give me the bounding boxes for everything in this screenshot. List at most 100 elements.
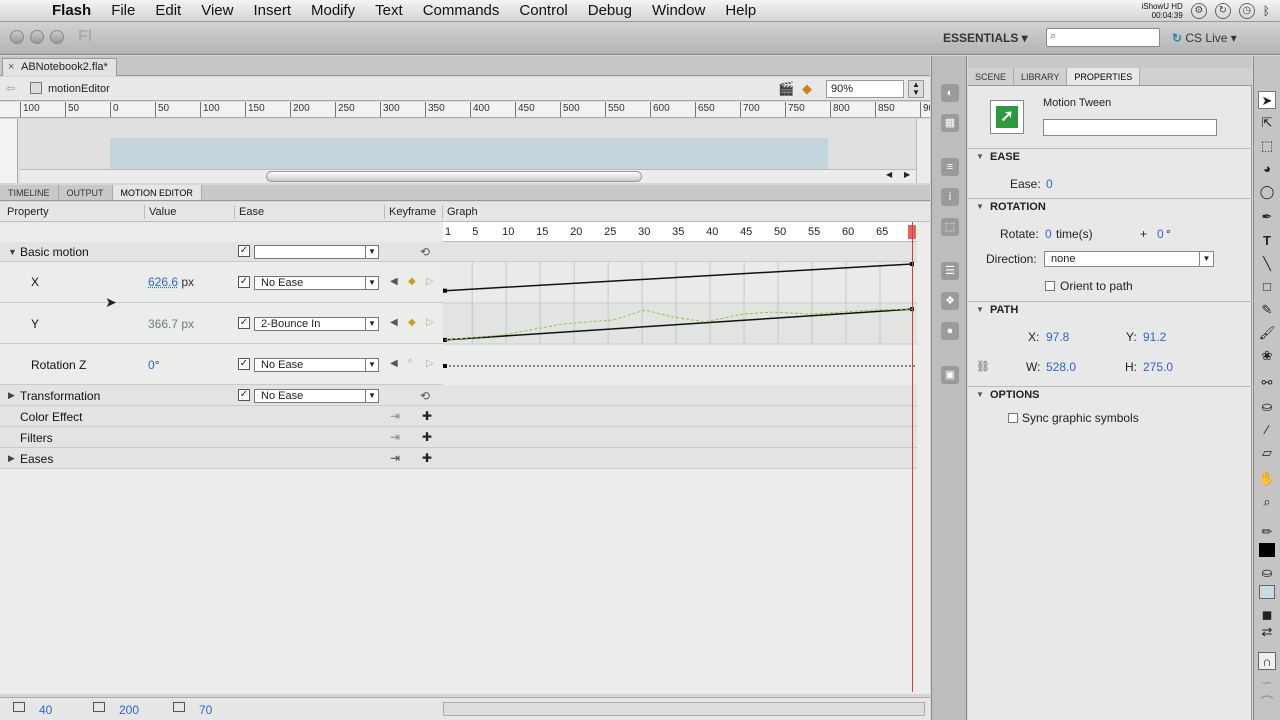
straighten-icon[interactable]: ⌒ [1258,694,1276,712]
swap-colors-icon[interactable]: ⇄ [1258,623,1276,641]
ease-section-header[interactable]: ▼ EASE [968,148,1252,167]
y-ease-dropdown[interactable]: 2-Bounce In ▼ [254,317,379,331]
panel-grip[interactable] [968,56,1252,68]
bluetooth-icon[interactable]: ᛒ [1263,4,1270,18]
x-value[interactable]: 626.6 px [148,275,194,289]
history-icon[interactable]: ☰ [941,262,959,280]
fill-color-icon[interactable]: ⛀ [1258,564,1276,582]
transformation-ease-dropdown[interactable]: No Ease ▼ [254,389,379,403]
menu-debug[interactable]: Debug [578,2,642,19]
menu-control[interactable]: Control [509,2,577,19]
graph-size-value[interactable]: 40 [39,703,52,717]
path-x-value[interactable]: 97.8 [1046,330,1069,344]
rotation-section-header[interactable]: ▼ ROTATION [968,198,1252,217]
prev-keyframe-icon[interactable]: ◀ [390,276,398,287]
menu-help[interactable]: Help [715,2,766,19]
rotate-degrees-value[interactable]: 0 [1157,227,1164,241]
x-ease-checkbox[interactable]: ✓ [238,276,250,288]
align-icon[interactable]: ≡ [941,158,959,176]
eraser-tool-icon[interactable]: ▱ [1258,444,1276,462]
rotation-ease-checkbox[interactable]: ✓ [238,358,250,370]
transformation-ease-checkbox[interactable]: ✓ [238,389,250,401]
minimize-window-button[interactable] [30,30,44,44]
zoom-input[interactable]: 90% [826,80,904,98]
x-ease-dropdown[interactable]: No Ease ▼ [254,276,379,290]
add-keyframe-icon[interactable]: ◆ [408,317,416,328]
viewable-frames-value[interactable]: 70 [199,703,212,717]
edit-symbols-icon[interactable]: ◆ [802,81,812,97]
text-tool-icon[interactable]: T [1258,232,1276,250]
tab-scene[interactable]: SCENE [968,68,1015,85]
options-section-header[interactable]: ▼ OPTIONS [968,386,1252,405]
rotate-times-value[interactable]: 0 [1045,227,1052,241]
components-icon[interactable]: ❖ [941,292,959,310]
menu-edit[interactable]: Edit [145,2,191,19]
document-tab[interactable]: × ABNotebook2.fla* [2,58,117,76]
graph-horizontal-scrollbar[interactable] [443,702,925,716]
tab-output[interactable]: OUTPUT [59,185,113,200]
stroke-color-icon[interactable]: ✏ [1258,523,1276,541]
brush-tool-icon[interactable]: 🖌 [1258,324,1276,342]
rectangle-tool-icon[interactable]: □ [1258,278,1276,296]
next-keyframe-icon[interactable]: ▷ [426,317,434,328]
close-tab-icon[interactable]: × [8,59,14,76]
close-window-button[interactable] [10,30,24,44]
path-section-header[interactable]: ▼ PATH [968,301,1252,320]
motion-presets-icon[interactable]: ● [941,322,959,340]
stage-canvas[interactable] [110,138,828,170]
scroll-thumb[interactable] [266,171,642,182]
help-search-input[interactable] [1046,28,1160,47]
edit-scene-icon[interactable]: 🎬 [778,81,794,97]
add-filter-icon[interactable]: ✚ [422,430,432,444]
menu-text[interactable]: Text [365,2,413,19]
selection-tool-icon[interactable]: ➤ [1258,91,1276,109]
reset-values-icon[interactable]: ⟲ [420,389,430,403]
transform-icon[interactable]: ⬚ [941,218,959,236]
add-keyframe-icon[interactable]: ◆ [408,276,416,287]
zoom-dropdown-icon[interactable]: ▲ ▼ [908,80,924,98]
y-ease-checkbox[interactable]: ✓ [238,317,250,329]
remove-filter-icon[interactable]: ⇥ [390,430,400,444]
fill-swatch[interactable] [1259,585,1275,599]
prev-keyframe-icon[interactable]: ◀ [390,358,398,369]
property-graph[interactable] [443,242,917,385]
bone-tool-icon[interactable]: ⚯ [1258,374,1276,392]
menu-modify[interactable]: Modify [301,2,365,19]
pencil-tool-icon[interactable]: ✎ [1258,301,1276,319]
direction-dropdown[interactable]: none ▼ [1044,251,1214,267]
orient-to-path-checkbox[interactable] [1045,281,1055,291]
header-divider[interactable] [442,205,443,219]
project-icon[interactable]: ▣ [941,366,959,384]
workspace-switcher[interactable]: ESSENTIALS ▾ [943,31,1028,45]
menu-app[interactable]: Flash [42,2,101,19]
menu-window[interactable]: Window [642,2,715,19]
sync-icon[interactable]: ↻ [1214,2,1231,19]
path-h-value[interactable]: 275.0 [1143,360,1173,374]
stage-area[interactable]: ◀ ▶ [0,119,930,183]
tab-timeline[interactable]: TIMELINE [0,185,59,200]
next-keyframe-icon[interactable]: ▷ [426,276,434,287]
expanded-graph-size-value[interactable]: 200 [119,703,139,717]
link-dimensions-icon[interactable]: ⛓ [976,360,990,373]
swatches-icon[interactable]: ▦ [941,114,959,132]
header-divider[interactable] [144,205,145,219]
rotation-ease-dropdown[interactable]: No Ease ▼ [254,358,379,372]
stage-horizontal-scrollbar[interactable]: ◀ ▶ [20,169,916,183]
reset-values-icon[interactable]: ⟲ [420,245,430,259]
free-transform-tool-icon[interactable]: ⬚ [1258,137,1276,155]
black-white-icon[interactable]: ◼ [1258,606,1276,624]
pen-tool-icon[interactable]: ✒ [1258,208,1276,226]
back-arrow-icon[interactable]: ⇦ [6,82,15,95]
stage-vertical-scrollbar[interactable] [916,119,930,183]
basic-motion-ease-checkbox[interactable]: ✓ [238,245,250,257]
gear-icon[interactable]: ⚙ [1190,2,1207,19]
add-ease-icon[interactable]: ✚ [422,451,432,465]
deco-tool-icon[interactable]: ❀ [1258,347,1276,365]
add-effect-icon[interactable]: ✚ [422,409,432,423]
3d-rotation-tool-icon[interactable]: ◕ [1258,160,1276,178]
frame-number-ruler[interactable]: 1 5 10 15 20 25 30 35 40 45 50 55 60 65 [443,222,917,242]
eyedropper-tool-icon[interactable]: ⁄ [1258,421,1276,439]
line-tool-icon[interactable]: ╲ [1258,255,1276,273]
add-keyframe-icon[interactable]: ^ [408,358,413,369]
scene-breadcrumb[interactable]: motionEditor [48,83,110,95]
